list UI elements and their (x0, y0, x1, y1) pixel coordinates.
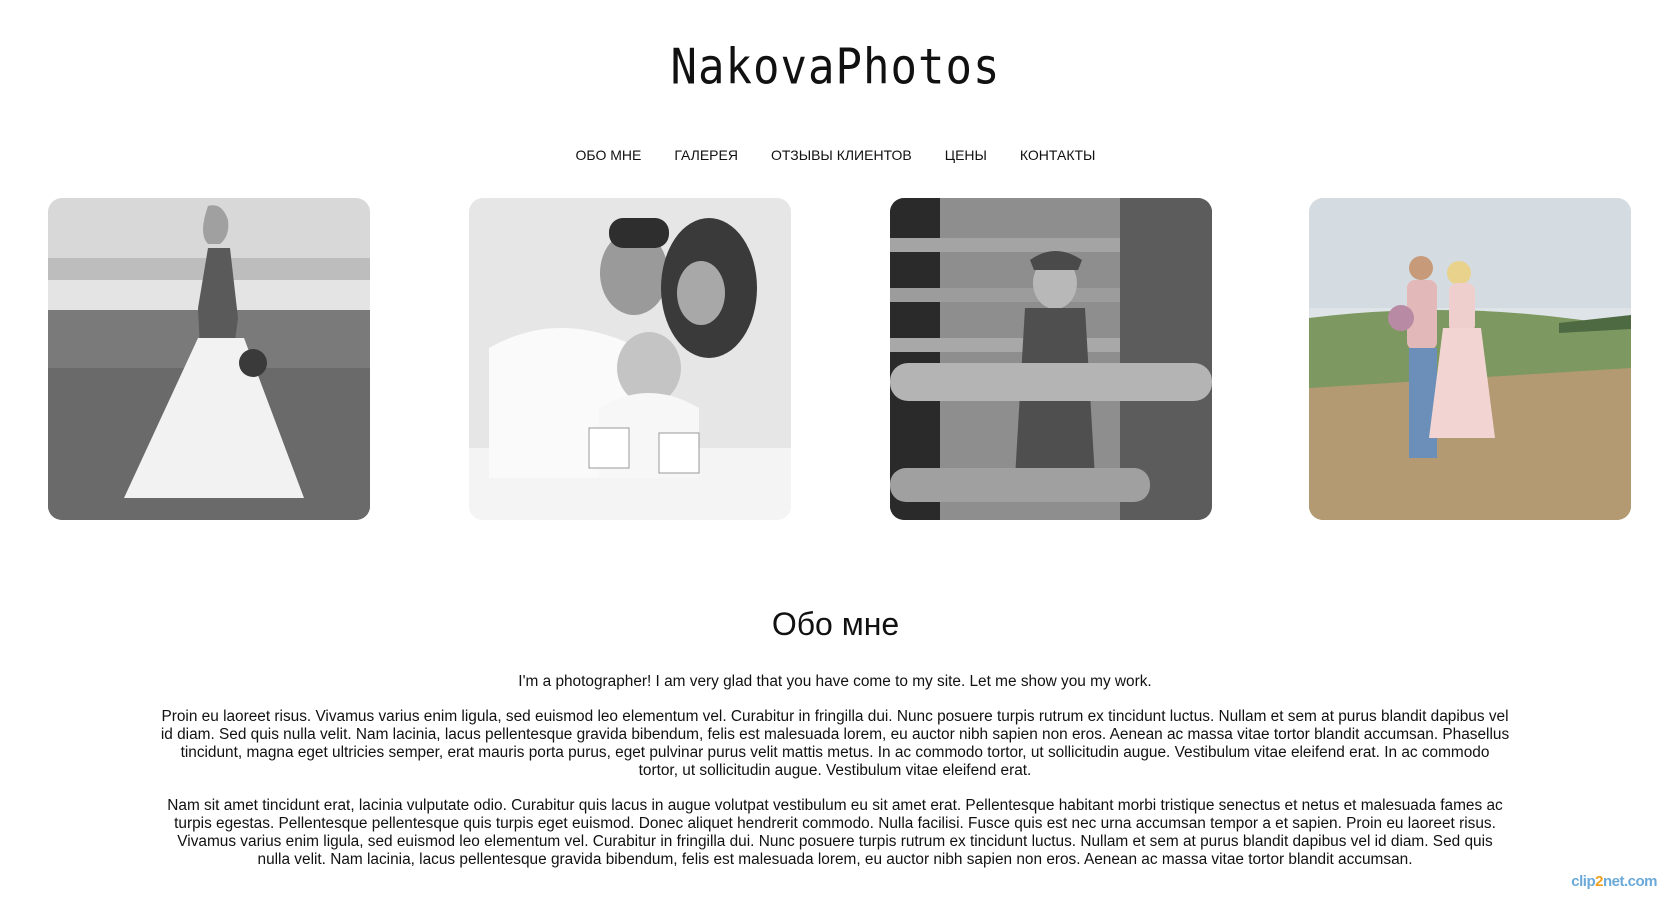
woman-at-fence-photo[interactable] (890, 198, 1212, 520)
about-title: Обо мне (771, 606, 900, 642)
family-with-baby-photo[interactable] (469, 198, 791, 520)
site-logo[interactable]: NakovaPhotos (0, 39, 1671, 97)
watermark-suffix: net.com (1602, 873, 1658, 890)
bride-in-field-photo[interactable] (48, 198, 370, 520)
about-paragraph-1: Proin eu laoreet risus. Vivamus varius e… (160, 708, 1510, 779)
watermark-logo: clip2net.com (1571, 873, 1657, 890)
photo-gallery (48, 198, 1631, 520)
nav-item-about[interactable]: ОБО МНЕ (576, 146, 642, 164)
main-nav: ОБО МНЕ ГАЛЕРЕЯ ОТЗЫВЫ КЛИЕНТОВ ЦЕНЫ КОН… (0, 146, 1671, 164)
watermark-prefix: clip (1571, 873, 1596, 890)
couple-in-meadow-photo[interactable] (1309, 198, 1631, 520)
about-text: I'm a photographer! I am very glad that … (160, 673, 1510, 886)
about-paragraph-2: Nam sit amet tincidunt erat, lacinia vul… (167, 797, 1503, 868)
nav-item-prices[interactable]: ЦЕНЫ (945, 146, 987, 164)
nav-item-contacts[interactable]: КОНТАКТЫ (1020, 146, 1096, 164)
nav-item-reviews[interactable]: ОТЗЫВЫ КЛИЕНТОВ (771, 146, 912, 164)
watermark-two: 2 (1595, 873, 1603, 890)
about-intro: I'm a photographer! I am very glad that … (518, 673, 1152, 690)
nav-item-gallery[interactable]: ГАЛЕРЕЯ (674, 146, 738, 164)
